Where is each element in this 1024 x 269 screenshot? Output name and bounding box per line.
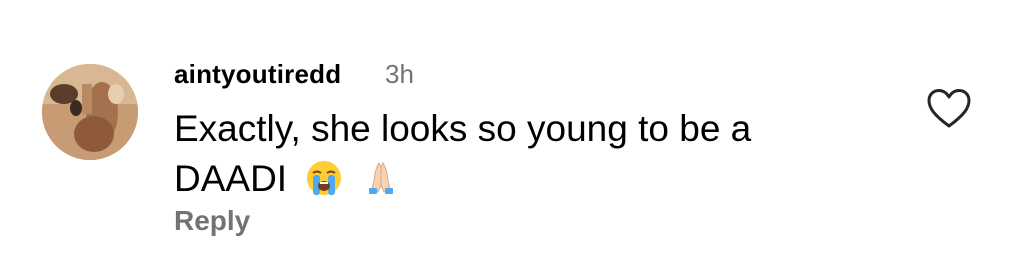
like-button[interactable] [926,88,972,130]
loudly-crying-face-emoji [305,159,343,210]
comment-item: aintyoutiredd 3h Exactly, she looks so y… [0,0,1024,269]
timestamp: 3h [385,59,414,89]
comment-text: Exactly, she looks so young to be a DAAD… [174,104,874,210]
folded-hands-emoji [362,159,400,210]
reply-button[interactable]: Reply [174,205,250,237]
comment-text-word: DAADI [174,158,288,199]
comment-text-line-2: DAADI [174,154,874,210]
username[interactable]: aintyoutiredd [174,58,341,90]
heart-outline-icon [927,89,971,128]
avatar-image [42,64,138,160]
comment-text-line-1: Exactly, she looks so young to be a [174,108,752,149]
avatar[interactable] [42,64,138,160]
